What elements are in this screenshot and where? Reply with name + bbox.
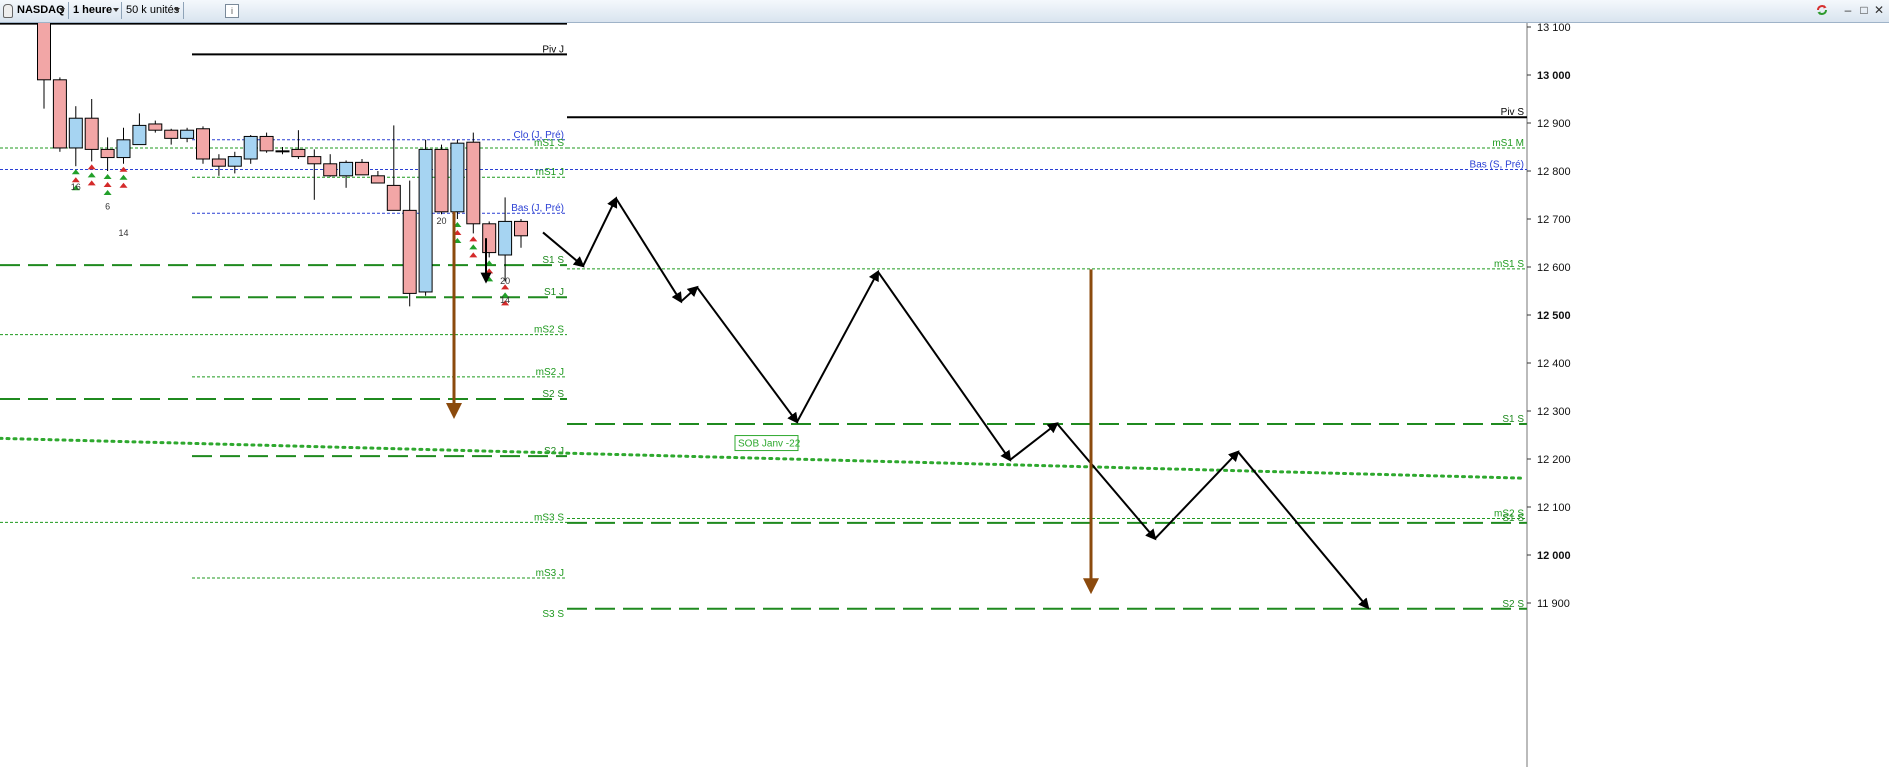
lock-icon[interactable] <box>3 4 13 18</box>
toolbar-divider <box>68 2 69 19</box>
candle-body <box>243 135 258 160</box>
candle-body <box>498 220 513 256</box>
level-label: S1 J <box>544 287 564 298</box>
level-label: mS2 S <box>534 325 564 336</box>
candle-body <box>370 175 385 184</box>
candle-body <box>402 209 417 294</box>
level-label: mS2 J <box>536 367 564 378</box>
level-label: S1 S <box>1502 513 1524 524</box>
candle-body <box>482 223 497 254</box>
candle-body <box>180 129 195 139</box>
candle-body <box>514 220 528 237</box>
y-tick-label: 12 800 <box>1537 166 1571 178</box>
info-icon[interactable]: i <box>225 4 239 18</box>
chevron-down-icon[interactable] <box>174 8 180 12</box>
plot-area <box>0 23 1527 767</box>
level-label: S1 S <box>1502 414 1524 425</box>
candle-body <box>37 23 51 81</box>
candle-body <box>291 148 306 158</box>
volume-selector[interactable]: 50 k unités <box>123 2 181 19</box>
minimize-icon[interactable]: – <box>1842 3 1854 17</box>
y-tick-label: 11 900 <box>1537 598 1570 610</box>
price-axis: 13 100 13 000 12 900 12 800 12 700 12 600 12 5… <box>1527 23 1571 610</box>
candle-body <box>339 161 354 177</box>
candle-body <box>466 141 481 225</box>
level-label: mS3 S <box>534 512 564 523</box>
candle-body <box>196 128 210 160</box>
candle-body <box>211 158 226 167</box>
maximize-icon[interactable]: □ <box>1858 3 1870 17</box>
candle-count-label: 20 <box>436 216 446 226</box>
level-label: Piv S <box>1501 107 1525 118</box>
y-tick-label: 12 100 <box>1537 502 1571 514</box>
candle-count-label: 20 <box>500 276 510 286</box>
toolbar-divider <box>121 2 122 19</box>
level-label: S1 S <box>542 255 564 266</box>
y-tick-label: 12 900 <box>1537 118 1571 130</box>
level-label: Piv S <box>541 23 565 25</box>
candle-body <box>116 139 131 159</box>
level-label: S2 S <box>1502 599 1524 610</box>
level-label: S2 S <box>542 389 564 400</box>
candle-count-label: 6 <box>105 201 110 211</box>
candle-body <box>52 79 67 149</box>
candle-body <box>434 148 449 213</box>
level-label: Bas (J, Pré) <box>511 203 564 214</box>
candle-body <box>227 156 242 167</box>
candle-body <box>450 142 465 213</box>
price-chart[interactable]: Piv SPiv JPiv SClo (J, Pré)mS1 SmS1 MBas… <box>0 23 1889 767</box>
candle-count-label: 16 <box>71 182 81 192</box>
close-icon[interactable]: ✕ <box>1873 3 1885 17</box>
y-tick-label: 13 100 <box>1537 23 1571 34</box>
candle-body <box>259 135 274 152</box>
level-label: mS3 J <box>536 568 564 579</box>
candle-body <box>355 161 369 176</box>
y-tick-label: 12 400 <box>1537 358 1571 370</box>
candle-count-label: 14 <box>118 228 128 238</box>
timeframe-selector[interactable]: 1 heure <box>70 2 118 19</box>
toolbar-divider <box>183 2 184 19</box>
candle-body <box>386 184 401 211</box>
level-label: S3 S <box>542 609 564 620</box>
level-label: mS1 S <box>534 138 564 149</box>
level-label: mS1 S <box>1494 259 1524 270</box>
y-tick-label: 12 300 <box>1537 406 1571 418</box>
chart-toolbar: NASDAQ 1 heure 50 k unités i – □ ✕ <box>0 0 1889 23</box>
level-label: Piv J <box>542 44 564 55</box>
candle-body <box>148 123 163 131</box>
chevron-down-icon[interactable] <box>59 8 65 12</box>
refresh-icon[interactable] <box>1815 3 1829 17</box>
y-tick-label: 13 000 <box>1537 70 1571 82</box>
y-tick-label: 12 700 <box>1537 214 1571 226</box>
level-label: mS1 M <box>1492 138 1524 149</box>
candle-body <box>100 148 115 159</box>
trendline-label: SOB Janv -22 <box>738 439 801 450</box>
chart-background <box>0 23 1528 767</box>
y-tick-label: 12 600 <box>1537 262 1571 274</box>
candle-body <box>418 148 433 293</box>
candle-body <box>323 163 338 177</box>
candle-count-label: 14 <box>500 295 510 305</box>
candle-body <box>275 150 290 153</box>
level-label: Bas (S, Pré) <box>1470 160 1524 171</box>
level-label: mS1 J <box>536 167 564 178</box>
y-tick-label: 12 500 <box>1537 310 1571 322</box>
candle-body <box>164 129 179 139</box>
y-tick-label: 12 000 <box>1537 550 1571 562</box>
volume-label: 50 k unités <box>126 4 180 16</box>
symbol-label: NASDAQ <box>17 4 65 16</box>
timeframe-label: 1 heure <box>73 4 113 16</box>
candle-body <box>84 117 99 150</box>
candle-body <box>68 117 83 149</box>
y-tick-label: 12 200 <box>1537 454 1571 466</box>
candle-body <box>132 124 147 146</box>
candle-body <box>307 156 322 165</box>
chevron-down-icon[interactable] <box>113 8 119 12</box>
